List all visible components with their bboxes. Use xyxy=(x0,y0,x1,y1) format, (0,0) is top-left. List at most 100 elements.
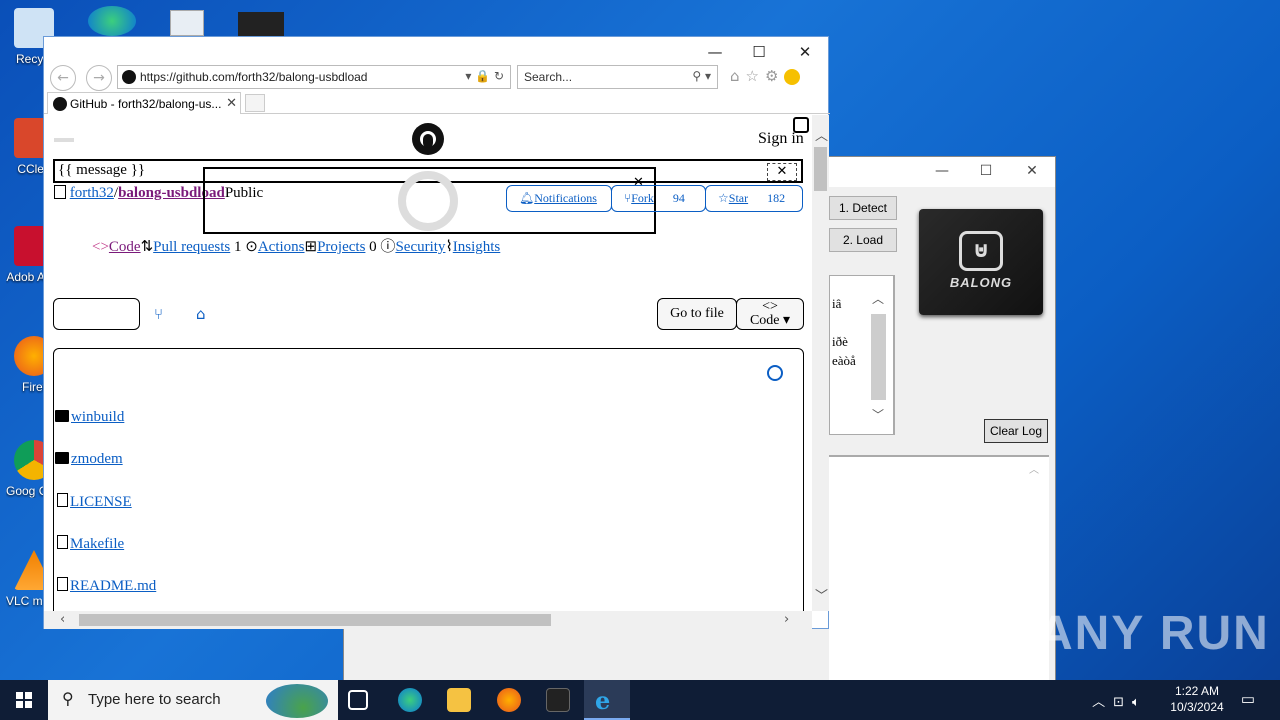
branch-select[interactable] xyxy=(53,298,140,330)
scroll-right-icon[interactable]: › xyxy=(784,612,789,627)
star-button[interactable]: ☆Star 182 xyxy=(705,185,803,212)
anyrun-watermark: ANY RUN xyxy=(1038,607,1270,660)
minimize-icon[interactable]: — xyxy=(704,43,726,61)
tab-security[interactable]: Security xyxy=(395,239,445,255)
internet-explorer-icon: e xyxy=(595,686,611,715)
github-favicon-icon xyxy=(122,70,136,84)
task-view-icon[interactable] xyxy=(348,690,368,710)
scroll-thumb[interactable] xyxy=(871,314,886,400)
address-tools[interactable]: ▾ 🔒 ↻ xyxy=(465,69,504,83)
forward-button[interactable]: → xyxy=(86,65,112,91)
insights-icon: ⌇ xyxy=(445,239,453,255)
browser-window: — ☐ ✕ ← → https://github.com/forth32/bal… xyxy=(43,36,830,629)
clear-log-button[interactable]: Clear Log xyxy=(984,419,1048,443)
history-icon[interactable] xyxy=(767,365,783,381)
output-panel: ︿ xyxy=(829,455,1049,687)
projects-icon: ⊞ xyxy=(304,239,318,255)
chevron-up-icon[interactable]: ︿ xyxy=(1092,695,1113,710)
tab-insights[interactable]: Insights xyxy=(453,239,501,255)
minimize-icon[interactable]: — xyxy=(932,163,952,179)
owner-link[interactable]: forth32 xyxy=(70,185,114,201)
notifications-button[interactable]: 🔔︎Notifications xyxy=(506,185,612,212)
image-file-icon[interactable] xyxy=(170,10,204,36)
firefox-icon[interactable] xyxy=(497,688,521,712)
copy-icon[interactable] xyxy=(793,117,809,133)
edge-desktop-icon[interactable] xyxy=(88,6,136,36)
bell-icon: 🔔︎ xyxy=(519,191,535,205)
feedback-smiley-icon[interactable] xyxy=(784,68,801,85)
list-item[interactable]: winbuild xyxy=(55,409,124,426)
file-explorer-icon[interactable] xyxy=(447,688,471,712)
address-bar[interactable]: https://github.com/forth32/balong-usbdlo… xyxy=(117,65,511,89)
scroll-up-icon[interactable]: ︿ xyxy=(815,125,828,144)
ie-taskbar-button[interactable]: e xyxy=(584,680,630,720)
scroll-left-icon[interactable]: ‹ xyxy=(60,612,65,627)
volume-icon[interactable]: 🔈︎ xyxy=(1132,695,1148,710)
flash-close-button[interactable]: ✕ xyxy=(767,163,797,181)
load-button[interactable]: 2. Load xyxy=(829,228,897,252)
clock[interactable]: 1:22 AM 10/3/2024 xyxy=(1164,680,1230,720)
scroll-up-icon[interactable]: ︿ xyxy=(872,290,884,307)
terminal-desktop-icon[interactable] xyxy=(238,12,284,36)
code-dropdown-button[interactable]: <> Code ▾ xyxy=(736,298,804,330)
tab-code[interactable]: Code xyxy=(109,239,141,255)
scroll-thumb[interactable] xyxy=(79,614,551,626)
actions-icon: ⊙ xyxy=(245,239,258,255)
tab-github[interactable]: GitHub - forth32/balong-us... ✕ xyxy=(47,92,241,114)
tab-pull-requests[interactable]: Pull requests xyxy=(153,239,230,255)
repo-icon xyxy=(54,185,66,199)
branches-icon[interactable]: ⑂ xyxy=(154,305,163,323)
back-button[interactable]: ← xyxy=(50,65,76,91)
browser-titlebar: — ☐ ✕ xyxy=(44,37,828,65)
maximize-icon[interactable]: ☐ xyxy=(976,163,996,179)
network-icon[interactable]: ⊡ xyxy=(1113,695,1132,710)
list-item[interactable]: Makefile xyxy=(57,535,124,553)
taskbar: ⚲ Type here to search e ︿⊡🔈︎ 1:22 AM 10/… xyxy=(0,680,1280,720)
security-icon: ⓘ xyxy=(380,239,396,255)
windows-logo-icon xyxy=(16,692,32,708)
horizontal-scrollbar[interactable]: ‹ › xyxy=(44,611,812,629)
notifications-icon[interactable]: ▭ xyxy=(1236,680,1260,720)
maximize-icon[interactable]: ☐ xyxy=(748,43,770,61)
scroll-down-icon[interactable]: ﹀ xyxy=(872,406,884,423)
search-icon[interactable]: ⚲ ▾ xyxy=(692,69,711,83)
tags-icon[interactable]: ⌂ xyxy=(196,305,206,323)
github-logo-icon[interactable] xyxy=(412,123,444,155)
list-item[interactable]: zmodem xyxy=(55,451,123,468)
log-scrollbar[interactable]: ︿ ﹀ xyxy=(870,275,894,435)
detect-button[interactable]: 1. Detect xyxy=(829,196,897,220)
close-icon[interactable]: ✕ xyxy=(1022,163,1042,179)
settings-gear-icon[interactable]: ⚙ xyxy=(765,67,784,85)
search-icon: ⚲ xyxy=(62,689,74,708)
tab-projects[interactable]: Projects xyxy=(317,239,365,255)
vertical-scrollbar[interactable]: ︿ ﹀ xyxy=(812,115,829,611)
file-list: winbuild zmodem LICENSE Makefile README.… xyxy=(53,348,804,611)
favorites-star-icon[interactable]: ☆ xyxy=(746,67,765,85)
home-icon[interactable]: ⌂ xyxy=(730,67,746,85)
tab-actions[interactable]: Actions xyxy=(258,239,305,255)
page-content: Sign in {{ message }} ✕ forth32/balong-u… xyxy=(44,115,812,611)
tab-close-icon[interactable]: ✕ xyxy=(226,95,237,111)
loading-spinner xyxy=(398,171,458,231)
terminal-icon[interactable] xyxy=(546,688,570,712)
scroll-thumb[interactable] xyxy=(814,147,827,191)
fork-button[interactable]: ⑂Fork 94 xyxy=(611,185,706,212)
code-glyph-icon: <> xyxy=(762,299,778,314)
go-to-file-button[interactable]: Go to file xyxy=(657,298,737,330)
balong-logo: ⊍ xyxy=(959,231,1003,271)
scroll-down-icon[interactable]: ﹀ xyxy=(815,585,828,604)
taskbar-search[interactable]: ⚲ Type here to search xyxy=(48,680,338,720)
new-tab-button[interactable] xyxy=(245,94,265,112)
scroll-up-icon[interactable]: ︿ xyxy=(1029,461,1039,476)
system-tray[interactable]: ︿⊡🔈︎ xyxy=(1070,680,1170,720)
star-icon: ☆ xyxy=(718,191,729,205)
edge-icon[interactable] xyxy=(398,688,422,712)
list-item[interactable]: LICENSE xyxy=(57,493,132,511)
list-item[interactable]: README.md xyxy=(57,577,156,595)
close-icon[interactable]: ✕ xyxy=(794,43,816,61)
search-box[interactable]: Search... ⚲ ▾ xyxy=(517,65,718,89)
hamburger-menu-icon[interactable] xyxy=(54,138,74,142)
file-icon xyxy=(57,535,68,549)
start-button[interactable] xyxy=(0,680,48,720)
github-favicon-icon xyxy=(53,97,67,111)
